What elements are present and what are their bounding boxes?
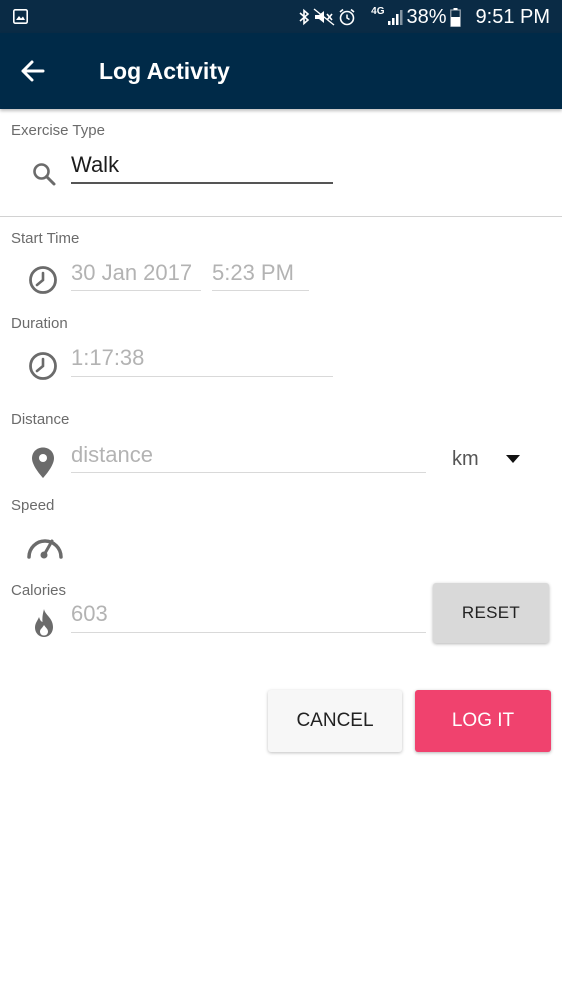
exercise-type-label: Exercise Type: [11, 122, 105, 139]
status-icons: 4G 38% 9:51 PM: [298, 5, 550, 29]
calories-underline: [71, 632, 426, 633]
flame-icon: [35, 609, 53, 637]
distance-label: Distance: [11, 411, 70, 428]
calories-label: Calories: [11, 582, 67, 599]
search-icon: [33, 163, 56, 186]
duration-input[interactable]: 1:17:38: [71, 344, 144, 372]
battery-icon: [449, 7, 461, 27]
start-time-label: Start Time: [11, 230, 80, 247]
status-bar: 4G 38% 9:51 PM: [0, 0, 562, 33]
dropdown-caret-icon: [506, 455, 520, 463]
calories-input[interactable]: 603: [71, 600, 108, 628]
alarm-icon: [339, 8, 355, 26]
exercise-type-input[interactable]: Walk: [71, 151, 119, 179]
distance-unit-select[interactable]: km: [452, 444, 532, 474]
network-type: 4G: [371, 6, 385, 17]
reset-button[interactable]: RESET: [433, 583, 549, 643]
exercise-type-underline: [71, 182, 333, 184]
start-time-underline: [212, 290, 309, 291]
location-pin-icon: [32, 447, 54, 478]
bluetooth-icon: [299, 8, 310, 26]
clock-icon: [29, 266, 57, 294]
start-date-underline: [71, 290, 201, 291]
image-icon: [13, 9, 28, 24]
distance-unit-label: km: [452, 448, 479, 470]
start-time-input[interactable]: 5:23 PM: [212, 259, 294, 287]
battery-percent: 38%: [406, 6, 447, 28]
back-arrow-icon[interactable]: [16, 54, 50, 88]
section-divider: [0, 216, 562, 217]
distance-input[interactable]: distance: [71, 441, 153, 469]
page-title: Log Activity: [99, 58, 230, 84]
log-it-button[interactable]: LOG IT: [415, 690, 551, 752]
mute-icon: [313, 8, 335, 26]
cancel-button[interactable]: CANCEL: [268, 690, 402, 752]
speedometer-icon: [27, 539, 63, 559]
speed-label: Speed: [11, 497, 55, 514]
duration-label: Duration: [11, 315, 68, 332]
signal-icon: [388, 10, 403, 25]
distance-underline: [71, 472, 426, 473]
app-bar: Log Activity: [0, 33, 562, 109]
start-date-input[interactable]: 30 Jan 2017: [71, 259, 192, 287]
clock-time: 9:51 PM: [475, 6, 550, 28]
clock-icon: [29, 352, 57, 380]
duration-underline: [71, 376, 333, 377]
